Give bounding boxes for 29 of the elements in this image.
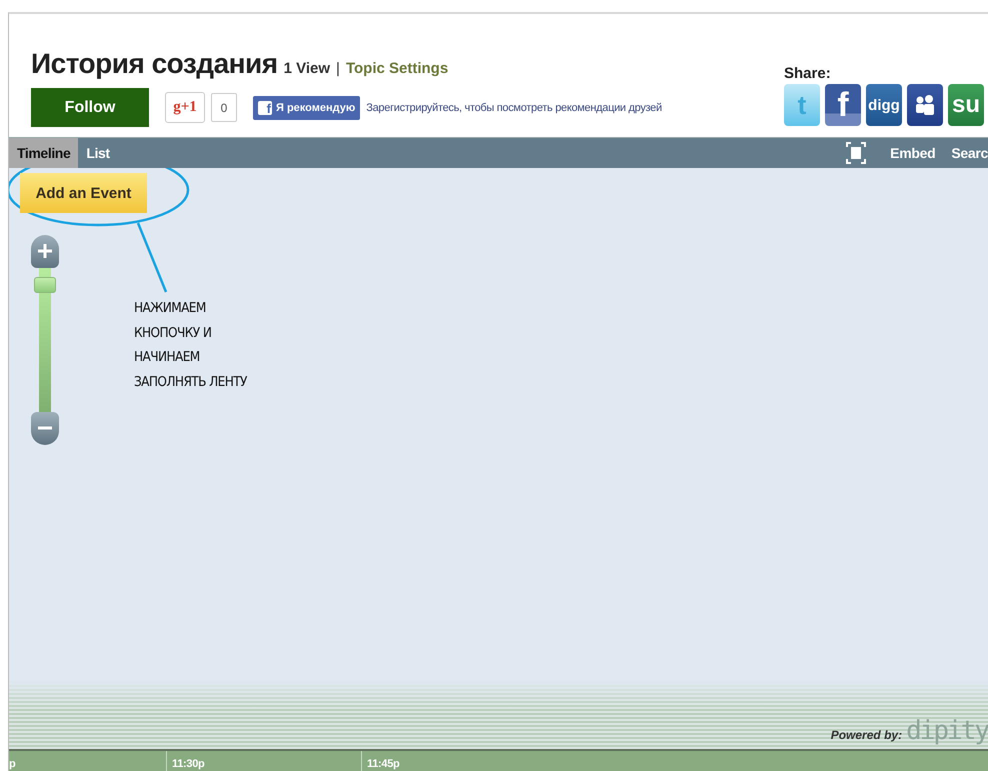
fullscreen-icon[interactable] bbox=[846, 142, 866, 164]
view-tab[interactable]: List bbox=[78, 138, 118, 168]
plus-icon bbox=[38, 244, 52, 258]
annotation-text: НАЖИМАЕМ КНОПОЧКУ И НАЧИНАЕМ ЗАПОЛНЯТЬ ЛЕНТУ bbox=[134, 299, 247, 392]
share-label: Share: bbox=[784, 65, 832, 82]
zoom-handle[interactable] bbox=[34, 276, 56, 293]
toolbar-link[interactable]: Embed bbox=[890, 145, 936, 161]
follow-button[interactable]: Follow bbox=[31, 88, 149, 127]
topic-title: История создания bbox=[31, 48, 278, 80]
plus-one-count: 0 bbox=[211, 93, 237, 122]
signup-note: Зарегистрируйтесь, чтобы посмотреть рекомендации друзей bbox=[366, 102, 662, 114]
digg-icon[interactable]: digg bbox=[866, 84, 902, 126]
time-label: 11:45p bbox=[361, 751, 400, 771]
zoom-out-button[interactable] bbox=[31, 412, 59, 445]
facebook-icon[interactable]: f bbox=[825, 84, 861, 126]
plus-one-button[interactable]: g+1 bbox=[165, 92, 205, 123]
powered-by-label: Powered by: bbox=[830, 728, 902, 742]
people-icon[interactable] bbox=[907, 84, 943, 126]
recommend-button[interactable]: f Я рекомендую bbox=[253, 96, 360, 120]
separator: | bbox=[336, 60, 340, 77]
topic-settings-link[interactable]: Topic Settings bbox=[346, 60, 448, 77]
time-label: p bbox=[9, 757, 16, 771]
add-event-button[interactable]: Add an Event bbox=[20, 173, 147, 213]
toolbar-link[interactable]: Searc bbox=[951, 145, 988, 161]
view-count: 1 View bbox=[284, 60, 330, 77]
stumbleupon-icon[interactable]: su bbox=[948, 84, 984, 126]
view-tab[interactable]: Timeline bbox=[9, 138, 78, 168]
time-label: 11:30p bbox=[166, 751, 361, 771]
zoom-in-button[interactable] bbox=[31, 235, 59, 268]
